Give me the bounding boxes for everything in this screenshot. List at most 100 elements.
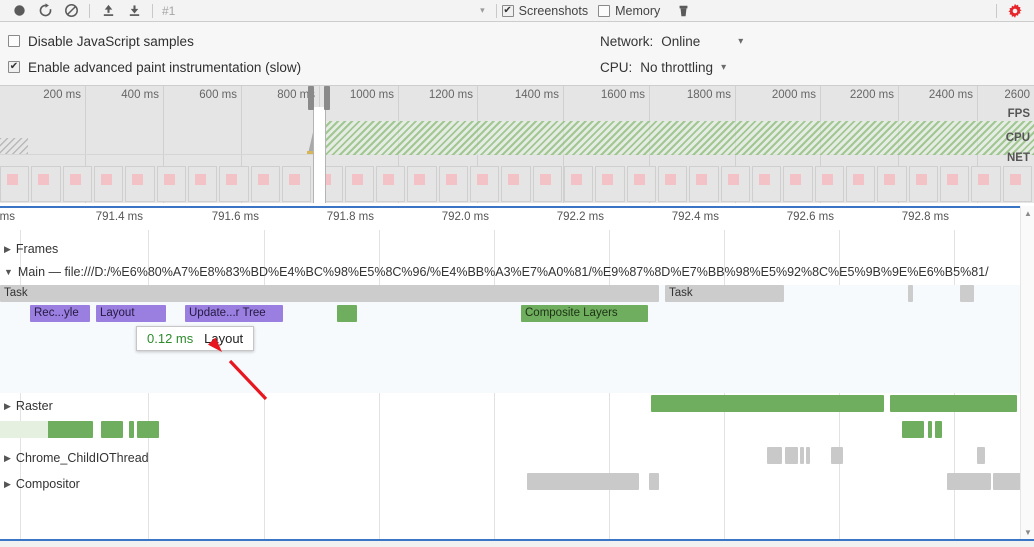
upload-profile-icon[interactable] — [95, 1, 121, 21]
track-label: Chrome_ChildIOThread — [15, 451, 149, 465]
flame-bar-gpu[interactable] — [129, 421, 134, 438]
flame-bar-childio[interactable] — [800, 447, 804, 464]
screenshots-checkbox[interactable]: ✔ Screenshots — [501, 4, 588, 18]
flame-bar-gpu[interactable] — [137, 421, 159, 438]
flame-bar-childio[interactable] — [831, 447, 843, 464]
track-header-raster[interactable]: ▶ Raster — [0, 395, 53, 417]
flame-bar-task[interactable] — [908, 285, 913, 302]
flame-bar-task[interactable]: Task — [0, 285, 659, 302]
flame-bar-event[interactable]: Rec...yle — [30, 305, 90, 322]
flame-bar-event[interactable] — [337, 305, 357, 322]
filmstrip-thumbnail[interactable] — [940, 166, 970, 202]
memory-checkbox-box[interactable] — [598, 4, 611, 17]
flame-bar-childio[interactable] — [977, 447, 985, 464]
filmstrip-thumbnail[interactable] — [501, 166, 531, 202]
memory-checkbox[interactable]: Memory — [598, 4, 660, 18]
network-value[interactable]: Online — [661, 34, 700, 49]
track-header-main[interactable]: ▼ Main — file:///D:/%E6%80%A7%E8%83%BD%E4… — [0, 261, 989, 283]
flame-bar-gpu[interactable] — [935, 421, 942, 438]
record-circle-icon[interactable] — [6, 1, 32, 21]
profile-selector-label[interactable]: #1 — [158, 4, 179, 18]
flame-bar-task[interactable]: Task — [665, 285, 784, 302]
scrollbar-up-arrow[interactable]: ▲ — [1021, 206, 1034, 220]
chevron-right-icon[interactable]: ▶ — [4, 244, 11, 255]
filmstrip-thumbnail[interactable] — [783, 166, 813, 202]
track-header-chrome-childiothread[interactable]: ▶ Chrome_ChildIOThread — [0, 447, 149, 469]
flame-bar-gpu[interactable] — [101, 421, 123, 438]
filmstrip-thumbnail[interactable] — [908, 166, 938, 202]
profile-chevron-down-icon[interactable]: ▾ — [474, 5, 491, 16]
flame-bar-childio[interactable] — [785, 447, 798, 464]
chevron-right-icon[interactable]: ▶ — [4, 453, 11, 464]
advanced-paint-checkbox[interactable]: ✔ Enable advanced paint instrumentation … — [8, 54, 301, 80]
disable-js-samples-checkbox[interactable]: Disable JavaScript samples — [8, 28, 301, 54]
flame-bar-compositor[interactable] — [947, 473, 991, 490]
filmstrip-thumbnail[interactable] — [752, 166, 782, 202]
filmstrip-thumbnail[interactable] — [156, 166, 186, 202]
filmstrip-thumbnail[interactable] — [188, 166, 218, 202]
flame-chart-scrollbar[interactable]: ▲ ▼ — [1020, 206, 1034, 539]
gear-icon[interactable] — [1002, 1, 1028, 21]
chevron-down-icon[interactable]: ▼ — [4, 267, 13, 277]
filmstrip-thumbnail[interactable] — [407, 166, 437, 202]
filmstrip-thumbnail[interactable] — [94, 166, 124, 202]
overview-window-handle-left[interactable] — [308, 86, 314, 110]
filmstrip-thumbnail[interactable] — [376, 166, 406, 202]
reload-icon[interactable] — [32, 1, 58, 21]
cpu-value[interactable]: No throttling — [640, 60, 713, 75]
scrollbar-down-arrow[interactable]: ▼ — [1021, 525, 1034, 539]
filmstrip-thumbnail[interactable] — [564, 166, 594, 202]
flame-chart-detail[interactable]: 2 ms 791.4 ms 791.6 ms 791.8 ms 792.0 ms 792.… — [0, 206, 1034, 539]
timeline-overview[interactable]: 200 ms 400 ms 600 ms 800 ms 1000 ms 1200 ms 14… — [0, 86, 1034, 203]
cpu-chevron-down-icon[interactable]: ▾ — [721, 62, 726, 73]
filmstrip-thumbnail[interactable] — [595, 166, 625, 202]
download-profile-icon[interactable] — [121, 1, 147, 21]
filmstrip-thumbnail[interactable] — [282, 166, 312, 202]
filmstrip-thumbnail[interactable] — [877, 166, 907, 202]
overview-filmstrip[interactable] — [0, 166, 1034, 203]
filmstrip-thumbnail[interactable] — [689, 166, 719, 202]
advanced-paint-box[interactable]: ✔ — [8, 61, 20, 73]
filmstrip-thumbnail[interactable] — [125, 166, 155, 202]
flame-bar-task[interactable] — [960, 285, 974, 302]
overview-band-label-cpu: CPU — [1005, 132, 1030, 144]
filmstrip-thumbnail[interactable] — [720, 166, 750, 202]
flame-bar-childio[interactable] — [806, 447, 810, 464]
screenshots-checkbox-box[interactable]: ✔ — [501, 4, 514, 17]
filmstrip-thumbnail[interactable] — [470, 166, 500, 202]
network-chevron-down-icon[interactable]: ▾ — [738, 36, 743, 47]
flame-bar-event[interactable]: Layout — [96, 305, 166, 322]
filmstrip-thumbnail[interactable] — [658, 166, 688, 202]
disable-js-samples-box[interactable] — [8, 35, 20, 47]
filmstrip-thumbnail[interactable] — [62, 166, 92, 202]
chevron-right-icon[interactable]: ▶ — [4, 479, 11, 490]
filmstrip-thumbnail[interactable] — [846, 166, 876, 202]
filmstrip-thumbnail[interactable] — [814, 166, 844, 202]
flame-bar-compositor[interactable] — [527, 473, 639, 490]
chevron-right-icon[interactable]: ▶ — [4, 401, 11, 412]
flame-bar-event[interactable]: Composite Layers — [521, 305, 648, 322]
flame-bar-gpu[interactable] — [928, 421, 932, 438]
flame-bar-event[interactable]: Update...r Tree — [185, 305, 283, 322]
filmstrip-thumbnail[interactable] — [626, 166, 656, 202]
filmstrip-thumbnail[interactable] — [31, 166, 61, 202]
flame-bar-gpu[interactable] — [902, 421, 924, 438]
flame-bar-childio[interactable] — [767, 447, 782, 464]
filmstrip-thumbnail[interactable] — [0, 166, 30, 202]
flame-bar-raster[interactable] — [651, 395, 884, 412]
filmstrip-thumbnail[interactable] — [971, 166, 1001, 202]
filmstrip-thumbnail[interactable] — [438, 166, 468, 202]
clear-prohibited-icon[interactable] — [58, 1, 84, 21]
filmstrip-thumbnail[interactable] — [344, 166, 374, 202]
filmstrip-thumbnail[interactable] — [532, 166, 562, 202]
flame-bar-raster[interactable] — [890, 395, 1017, 412]
overview-window-handle-right[interactable] — [324, 86, 330, 110]
filmstrip-thumbnail[interactable] — [1002, 166, 1032, 202]
filmstrip-thumbnail[interactable] — [219, 166, 249, 202]
trash-icon[interactable] — [670, 1, 696, 21]
flame-bar-compositor[interactable] — [649, 473, 659, 490]
track-header-frames[interactable]: ▶ Frames — [0, 238, 58, 260]
track-header-compositor[interactable]: ▶ Compositor — [0, 473, 80, 495]
filmstrip-thumbnail[interactable] — [250, 166, 280, 202]
overview-selection-window[interactable] — [313, 107, 325, 203]
